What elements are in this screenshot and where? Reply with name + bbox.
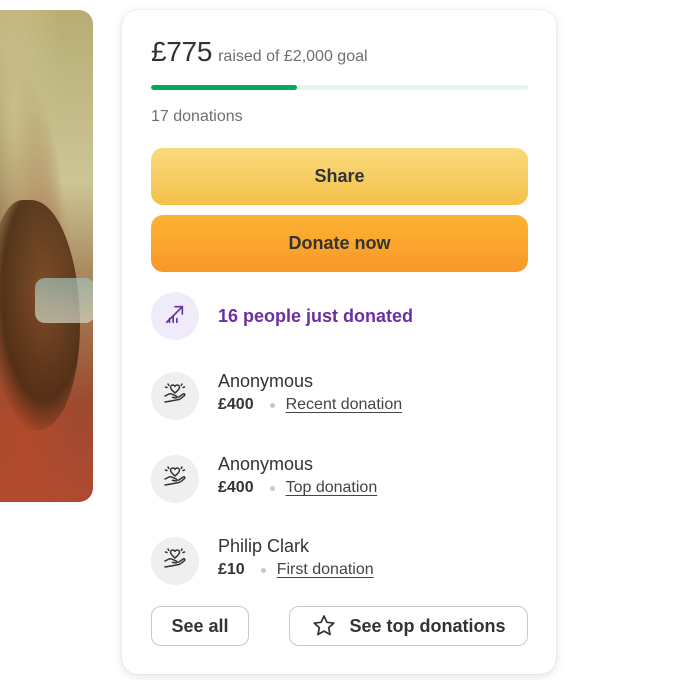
heart-hand-icon [162,464,188,495]
donation-tag-link[interactable]: Recent donation [286,396,403,414]
fundraiser-photo [0,10,93,502]
donor-avatar [151,372,199,420]
recent-activity-text: 16 people just donated [218,305,414,326]
progress-fill [151,85,298,90]
donation-tag-link[interactable]: Top donation [286,479,378,497]
donation-item: Anonymous £400 Recent donation [151,370,402,420]
donation-amount: £400 [218,479,254,496]
donation-meta: £10 First donation [218,561,374,579]
photo-detail [35,278,93,323]
share-button[interactable]: Share [151,148,528,205]
recent-activity: 16 people just donated [151,292,413,340]
raised-summary: £775 raised of £2,000 goal [151,36,368,68]
see-all-button[interactable]: See all [151,606,249,646]
see-top-donations-button[interactable]: See top donations [289,606,528,646]
page: £775 raised of £2,000 goal 17 donations … [0,0,680,680]
donation-card: £775 raised of £2,000 goal 17 donations … [122,10,556,674]
donation-info: Philip Clark £10 First donation [218,535,374,579]
donation-amount: £10 [218,561,245,578]
donor-avatar [151,537,199,585]
donor-name: Anonymous [218,371,314,391]
donation-amount: £400 [218,396,254,413]
donor-name: Philip Clark [218,536,310,556]
donation-item: Anonymous £400 Top donation [151,453,377,503]
trending-up-icon [164,303,186,330]
donation-meta: £400 Top donation [218,479,377,497]
heart-hand-icon [162,381,188,412]
donation-info: Anonymous £400 Recent donation [218,370,402,414]
donations-count: 17 donations [151,108,243,125]
see-top-donations-label: See top donations [349,615,506,636]
progress-bar [151,85,528,90]
donation-info: Anonymous £400 Top donation [218,453,377,497]
donate-now-button[interactable]: Donate now [151,215,528,272]
goal-text: raised of £2,000 goal [218,48,368,65]
donation-item: Philip Clark £10 First donation [151,535,374,585]
donation-meta: £400 Recent donation [218,396,402,414]
separator-dot [269,402,275,408]
donor-avatar [151,455,199,503]
raised-amount: £775 [151,36,213,67]
donation-tag-link[interactable]: First donation [277,561,374,579]
donor-name: Anonymous [218,454,314,474]
trend-icon-circle [151,292,199,340]
separator-dot [260,567,266,573]
heart-hand-icon [162,546,188,577]
separator-dot [269,485,275,491]
star-icon [311,613,337,639]
